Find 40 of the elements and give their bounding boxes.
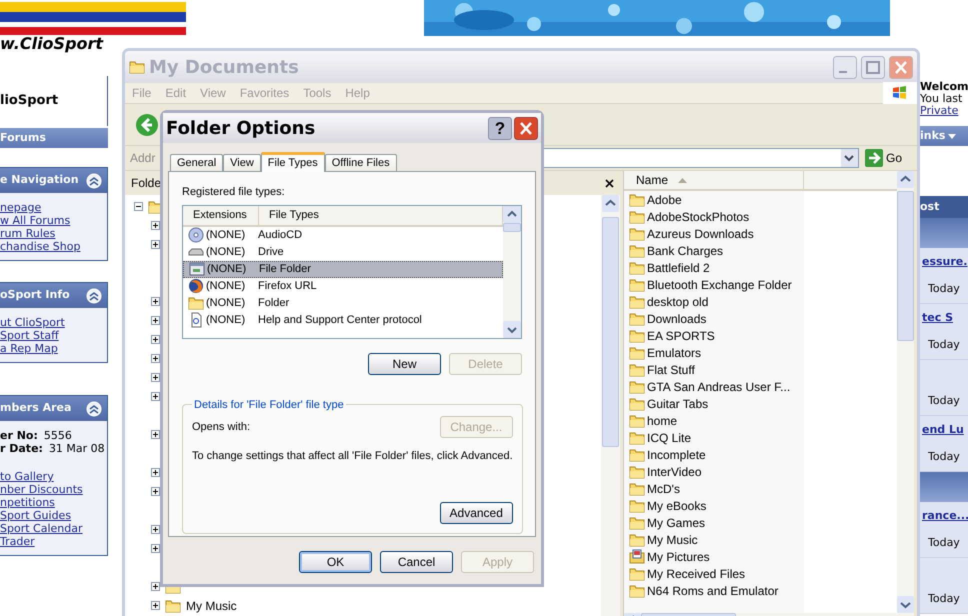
post-time: Today bbox=[927, 392, 961, 408]
registered-label: Registered file types: bbox=[182, 185, 286, 200]
links-label: inks bbox=[920, 128, 946, 144]
post-time: Today bbox=[927, 336, 961, 352]
file-type-cell-text: Firefox URL bbox=[258, 278, 317, 294]
folders-label: Folde bbox=[131, 175, 162, 192]
post-time: Today bbox=[927, 448, 961, 464]
panel-title: oSport Info bbox=[0, 287, 70, 304]
field-value: 31 Mar 08 bbox=[48, 442, 105, 455]
window-title: My Documents bbox=[149, 56, 299, 80]
field-label: r Date: bbox=[0, 442, 43, 455]
logo-text: w.ClioSport bbox=[0, 35, 104, 53]
file-type-cell-text: Drive bbox=[258, 244, 284, 260]
dialog-title: Folder Options bbox=[166, 116, 316, 140]
welcome-text: Welcom bbox=[920, 81, 968, 93]
post-time: Today bbox=[927, 590, 961, 606]
group-legend: Details for 'File Folder' file type bbox=[192, 396, 346, 413]
extension-cell-text: (NONE) bbox=[206, 278, 246, 294]
forums-label: Forums bbox=[0, 130, 46, 146]
file-type-cell-text: File Folder bbox=[259, 262, 311, 277]
post-time: Today bbox=[927, 534, 961, 550]
advice-text: To change settings that affect all 'File Folder' files, click Advanced. bbox=[192, 449, 513, 464]
post-time: Today bbox=[927, 280, 961, 296]
address-label: Addr bbox=[130, 150, 156, 167]
file-type-cell-text: Folder bbox=[258, 296, 290, 311]
site-title: lioSport bbox=[0, 92, 58, 110]
extension-cell-text: (NONE) bbox=[207, 262, 248, 277]
panel-title: mbers Area bbox=[0, 400, 72, 416]
field-label: er No: bbox=[0, 429, 38, 442]
column-header-label: ost bbox=[920, 198, 940, 215]
file-type-cell-text: Help and Support Center protocol bbox=[258, 312, 422, 328]
field-value: 5556 bbox=[44, 429, 72, 442]
extension-cell-text: (NONE) bbox=[206, 228, 246, 243]
opens-with-label: Opens with: bbox=[192, 420, 250, 435]
extension-cell-text: (NONE) bbox=[206, 244, 246, 260]
extension-cell-text: (NONE) bbox=[206, 296, 246, 311]
extension-cell-text: (NONE) bbox=[206, 312, 246, 328]
file-type-cell-text: AudioCD bbox=[258, 228, 302, 243]
last-visit-text: You last bbox=[920, 93, 964, 105]
panel-title: e Navigation bbox=[0, 172, 79, 188]
